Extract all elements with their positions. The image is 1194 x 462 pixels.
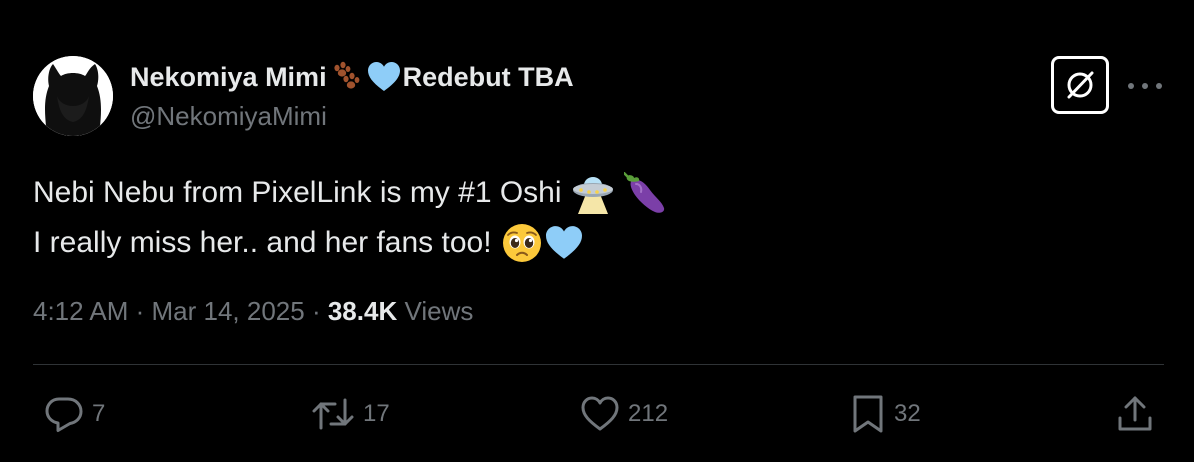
heart-icon bbox=[581, 396, 619, 431]
meta-separator: · bbox=[128, 296, 152, 326]
grok-button[interactable] bbox=[1051, 56, 1109, 114]
bookmark-button[interactable]: 32 bbox=[850, 394, 921, 434]
meta-separator: · bbox=[304, 296, 328, 326]
more-options-button[interactable] bbox=[1128, 72, 1162, 100]
avatar[interactable] bbox=[33, 56, 113, 136]
tweet-line-1: Nebi Nebu from PixelLink is my #1 Oshi bbox=[33, 168, 668, 218]
repost-button[interactable]: 17 bbox=[311, 394, 390, 434]
more-dots-icon bbox=[1142, 83, 1148, 89]
display-name[interactable]: Nekomiya Mimi Redebut TBA bbox=[130, 60, 574, 94]
paw-prints-icon bbox=[333, 61, 359, 89]
bookmark-count: 32 bbox=[894, 400, 921, 427]
tweet-line-2-text: I really miss her.. and her fans too! bbox=[33, 226, 492, 259]
views-count: 38.4K bbox=[327, 296, 398, 326]
tweet-time[interactable]: 4:12 AM bbox=[33, 296, 128, 326]
tweet-line-1-text: Nebi Nebu from PixelLink is my #1 Oshi bbox=[33, 176, 562, 209]
avatar-silhouette bbox=[33, 56, 113, 136]
reply-button[interactable]: 7 bbox=[44, 394, 105, 434]
reply-icon bbox=[45, 397, 83, 432]
like-button[interactable]: 212 bbox=[580, 394, 668, 434]
repost-icon bbox=[312, 398, 354, 430]
like-count: 212 bbox=[628, 400, 669, 427]
light-blue-heart-icon bbox=[367, 62, 400, 91]
share-icon bbox=[1118, 396, 1152, 431]
light-blue-heart-icon bbox=[545, 226, 582, 259]
tweet-meta: 4:12 AM · Mar 14, 2025 · 38.4K Views bbox=[33, 296, 473, 327]
tweet-date[interactable]: Mar 14, 2025 bbox=[152, 296, 305, 326]
more-dots-icon bbox=[1128, 83, 1134, 89]
bookmark-icon bbox=[853, 395, 883, 433]
grok-icon bbox=[1067, 71, 1094, 99]
share-button[interactable] bbox=[1116, 394, 1154, 434]
tweet-text: Nebi Nebu from PixelLink is my #1 Oshi I… bbox=[33, 168, 668, 268]
more-dots-icon bbox=[1156, 83, 1162, 89]
repost-count: 17 bbox=[363, 400, 390, 427]
reply-count: 7 bbox=[92, 400, 106, 427]
display-name-text: Nekomiya Mimi bbox=[130, 61, 327, 92]
display-name-suffix: Redebut TBA bbox=[402, 61, 574, 92]
pleading-face-icon bbox=[502, 224, 541, 262]
views-label: Views bbox=[404, 296, 474, 326]
tweet-line-2: I really miss her.. and her fans too! bbox=[33, 218, 668, 268]
ufo-icon bbox=[572, 177, 613, 214]
user-handle[interactable]: @NekomiyaMimi bbox=[130, 101, 327, 132]
eggplant-icon bbox=[623, 172, 664, 213]
divider bbox=[33, 364, 1164, 365]
